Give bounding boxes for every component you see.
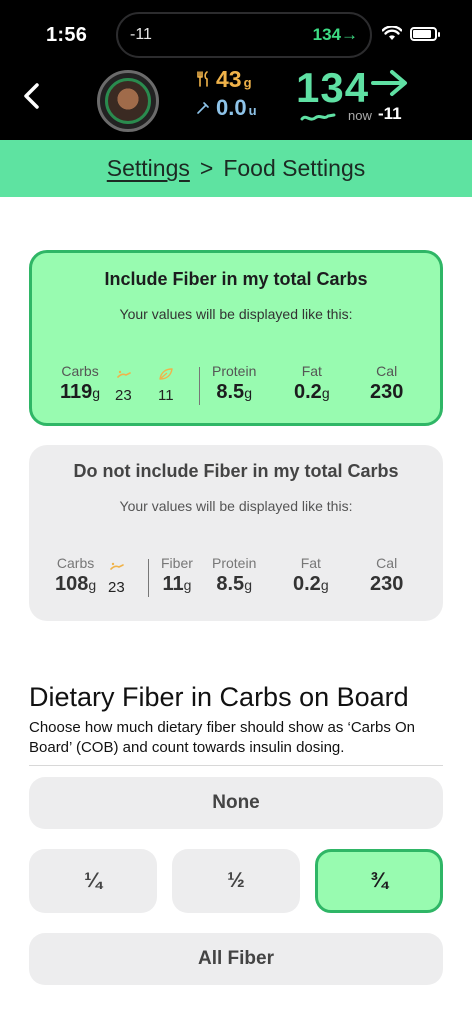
carbs-value: 119 bbox=[60, 381, 93, 403]
sugar-icon bbox=[117, 370, 131, 378]
carbs-nutrient: Carbs 108g bbox=[55, 555, 96, 596]
fat-value: 0.2 bbox=[293, 573, 321, 595]
cal-value: 230 bbox=[370, 573, 404, 595]
fork-knife-icon bbox=[197, 71, 208, 87]
breadcrumb-separator: > bbox=[199, 155, 214, 181]
glucose-value[interactable]: 134 bbox=[296, 64, 369, 112]
carbs-label: Carbs bbox=[61, 363, 99, 379]
fiber-option-all-button[interactable]: All Fiber bbox=[29, 933, 443, 985]
exclude-fiber-option-card[interactable]: Do not include Fiber in my total Carbs Y… bbox=[29, 445, 443, 621]
dynamic-island[interactable]: -11 134→ bbox=[116, 12, 372, 58]
status-icons bbox=[382, 26, 440, 41]
cal-nutrient: Cal 230 bbox=[370, 555, 403, 596]
exclude-fiber-title: Do not include Fiber in my total Carbs bbox=[73, 461, 399, 481]
include-fiber-title: Include Fiber in my total Carbs bbox=[104, 269, 368, 289]
fiber-option-quarter-button[interactable]: ¼ bbox=[29, 849, 157, 913]
section-divider bbox=[29, 765, 443, 766]
fat-nutrient: Fat 0.2g bbox=[293, 555, 329, 596]
fiber-option-half-button[interactable]: ½ bbox=[172, 849, 300, 913]
cal-value: 230 bbox=[370, 381, 404, 403]
sugar-value: 23 bbox=[108, 579, 125, 596]
protein-nutrient: Protein 8.5g bbox=[212, 363, 256, 404]
fat-label: Fat bbox=[301, 363, 322, 379]
cal-label: Cal bbox=[376, 363, 398, 379]
insulin-unit: u bbox=[248, 103, 257, 118]
glucose-delta: -11 bbox=[378, 104, 402, 123]
protein-unit: g bbox=[244, 385, 252, 401]
nutrient-divider bbox=[199, 367, 200, 405]
exclude-fiber-subtitle: Your values will be displayed like this: bbox=[119, 498, 353, 514]
carbs-unit: g bbox=[88, 577, 97, 593]
island-glucose: 134→ bbox=[312, 25, 358, 44]
carbs-on-board-value: 43 bbox=[216, 66, 242, 92]
avatar[interactable] bbox=[97, 70, 159, 132]
include-fiber-option-card[interactable]: Include Fiber in my total Carbs Your val… bbox=[29, 250, 443, 426]
syringe-icon bbox=[197, 102, 209, 114]
cob-section-description: Choose how much dietary fiber should sho… bbox=[29, 719, 416, 756]
protein-nutrient: Protein 8.5g bbox=[212, 555, 256, 596]
battery-icon bbox=[410, 26, 440, 41]
trend-sparkline-icon bbox=[300, 113, 336, 121]
protein-value: 8.5 bbox=[216, 381, 245, 403]
status-time: 1:56 bbox=[46, 24, 88, 46]
fiber-option-three-quarters-button[interactable]: ¾ bbox=[315, 849, 443, 913]
fiber-value: 11 bbox=[158, 387, 174, 404]
top-header: 1:56 -11 134→ 43 g 0.0 u 134 now -11 bbox=[0, 0, 472, 140]
fat-label: Fat bbox=[300, 555, 321, 571]
nutrient-divider bbox=[148, 559, 149, 597]
protein-value: 8.5 bbox=[216, 573, 245, 595]
breadcrumb: Settings > Food Settings bbox=[0, 140, 472, 197]
island-delta: -11 bbox=[130, 26, 152, 43]
right-arrow-icon bbox=[371, 70, 407, 96]
protein-unit: g bbox=[244, 577, 252, 593]
protein-label: Protein bbox=[212, 555, 257, 571]
fiber-leaf-icon bbox=[159, 368, 173, 380]
avatar-photo bbox=[105, 78, 151, 124]
breadcrumb-settings-link[interactable]: Settings bbox=[107, 155, 190, 182]
protein-label: Protein bbox=[212, 363, 257, 379]
fiber-unit: g bbox=[183, 577, 192, 593]
cob-section-title: Dietary Fiber in Carbs on Board bbox=[29, 682, 409, 712]
sugar-value: 23 bbox=[115, 387, 132, 404]
wifi-icon bbox=[382, 26, 402, 40]
include-fiber-subtitle: Your values will be displayed like this: bbox=[119, 306, 353, 322]
now-label: now bbox=[348, 108, 372, 123]
carbs-value: 108 bbox=[55, 573, 89, 595]
cal-label: Cal bbox=[376, 555, 398, 571]
fat-nutrient: Fat 0.2g bbox=[294, 363, 330, 404]
fiber-option-none-button[interactable]: None bbox=[29, 777, 443, 829]
fiber-label: Fiber bbox=[161, 555, 193, 571]
fat-unit: g bbox=[321, 385, 330, 401]
breadcrumb-current: Food Settings bbox=[223, 155, 366, 181]
carbs-unit: g bbox=[92, 385, 101, 401]
back-chevron-icon bbox=[24, 83, 39, 109]
insulin-on-board-value: 0.0 bbox=[216, 95, 247, 120]
carbs-label: Carbs bbox=[56, 555, 95, 571]
fiber-nutrient: Fiber 11g bbox=[161, 555, 193, 596]
cal-nutrient: Cal 230 bbox=[370, 363, 403, 404]
carbs-nutrient: Carbs 119g bbox=[60, 363, 100, 404]
back-button[interactable] bbox=[14, 76, 48, 116]
sugar-icon bbox=[110, 562, 124, 570]
fat-value: 0.2 bbox=[294, 381, 322, 403]
fat-unit: g bbox=[320, 577, 329, 593]
carbs-insulin-summary[interactable]: 43 g 0.0 u bbox=[196, 66, 286, 120]
fiber-value: 11 bbox=[162, 573, 184, 595]
carbs-unit: g bbox=[243, 75, 252, 90]
